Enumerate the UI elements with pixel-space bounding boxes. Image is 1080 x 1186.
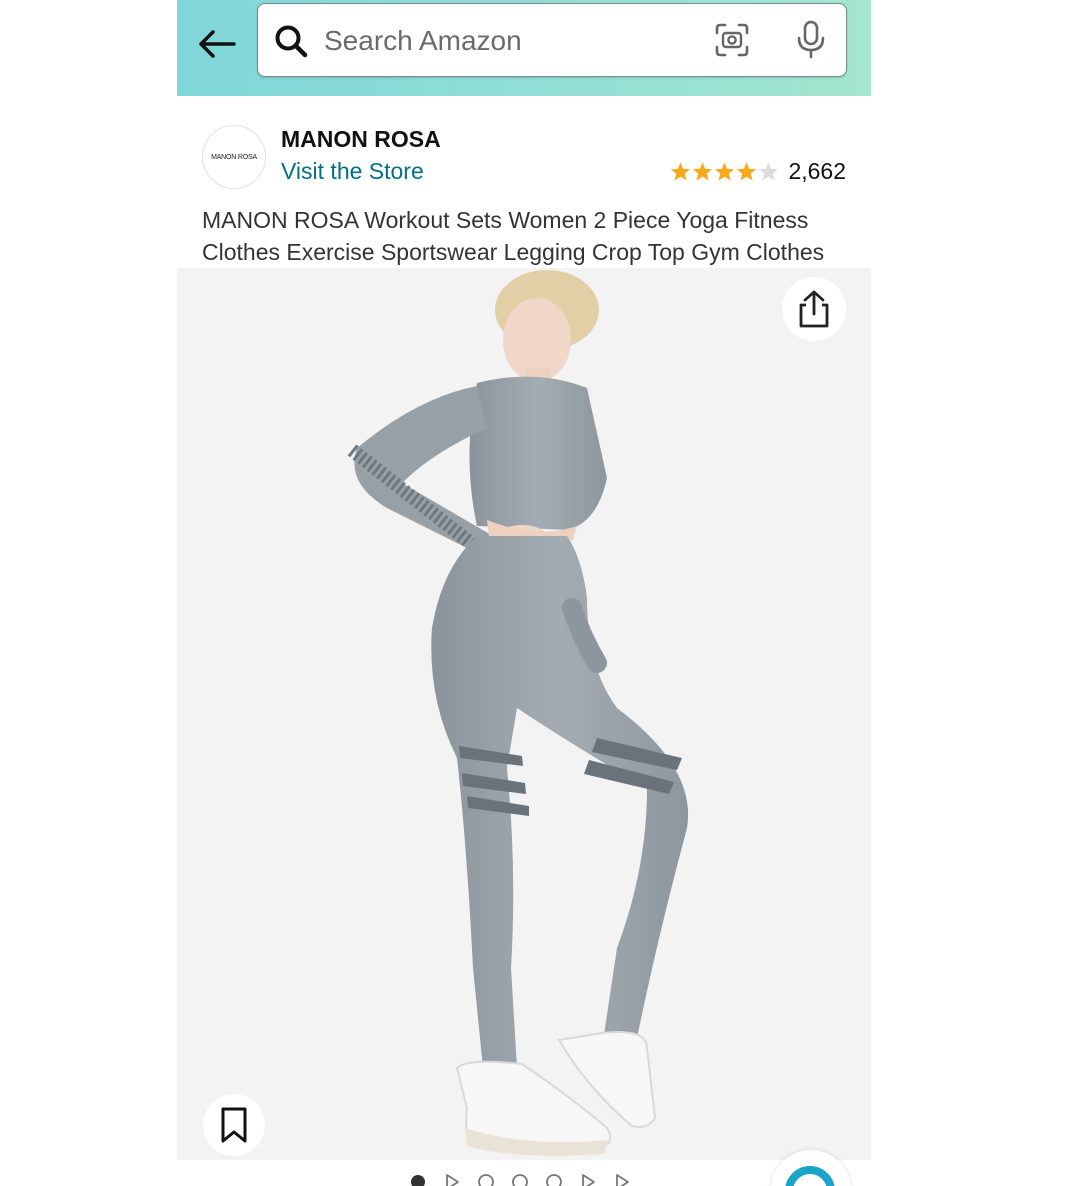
carousel-dot[interactable] [511,1173,529,1186]
carousel-dot[interactable] [477,1173,495,1186]
brand-name: MANON ROSA [281,126,441,152]
camera-scan-icon[interactable] [714,22,750,58]
rating-summary[interactable]: 2,662 [670,158,846,185]
rating-count: 2,662 [788,158,846,184]
carousel-indicators [409,1172,647,1186]
share-icon [799,290,829,328]
carousel-dot-active[interactable] [409,1173,427,1186]
star-filled-icon [715,162,735,181]
carousel-dot[interactable] [545,1173,563,1186]
star-filled-icon [737,162,757,181]
product-title: MANON ROSA Workout Sets Women 2 Piece Yo… [202,207,825,265]
store-logo-text: MANON ROSA [211,153,257,161]
arrow-left-icon [199,30,236,58]
save-to-list-button[interactable] [203,1094,265,1156]
search-input[interactable] [322,16,706,66]
carousel-video-indicator[interactable] [443,1173,461,1186]
search-icon [275,25,308,58]
back-button[interactable] [195,22,239,66]
star-empty-icon [759,162,779,181]
search-box[interactable] [257,3,847,77]
microphone-icon[interactable] [794,20,828,60]
star-filled-icon [671,162,691,181]
star-filled-icon [693,162,713,181]
visit-store-link[interactable]: Visit the Store [281,158,424,185]
product-photo [347,270,689,1156]
star-rating [670,161,780,182]
bookmark-icon [221,1107,247,1143]
store-logo[interactable]: MANON ROSA [202,125,266,189]
rufus-icon [785,1166,835,1186]
carousel-video-indicator[interactable] [579,1173,597,1186]
product-image[interactable] [177,268,871,1160]
header-bar [177,0,871,96]
share-button[interactable] [782,277,846,341]
carousel-video-indicator[interactable] [613,1173,631,1186]
product-page: MANON ROSA MANON ROSA Visit the Store 2,… [177,0,871,1186]
